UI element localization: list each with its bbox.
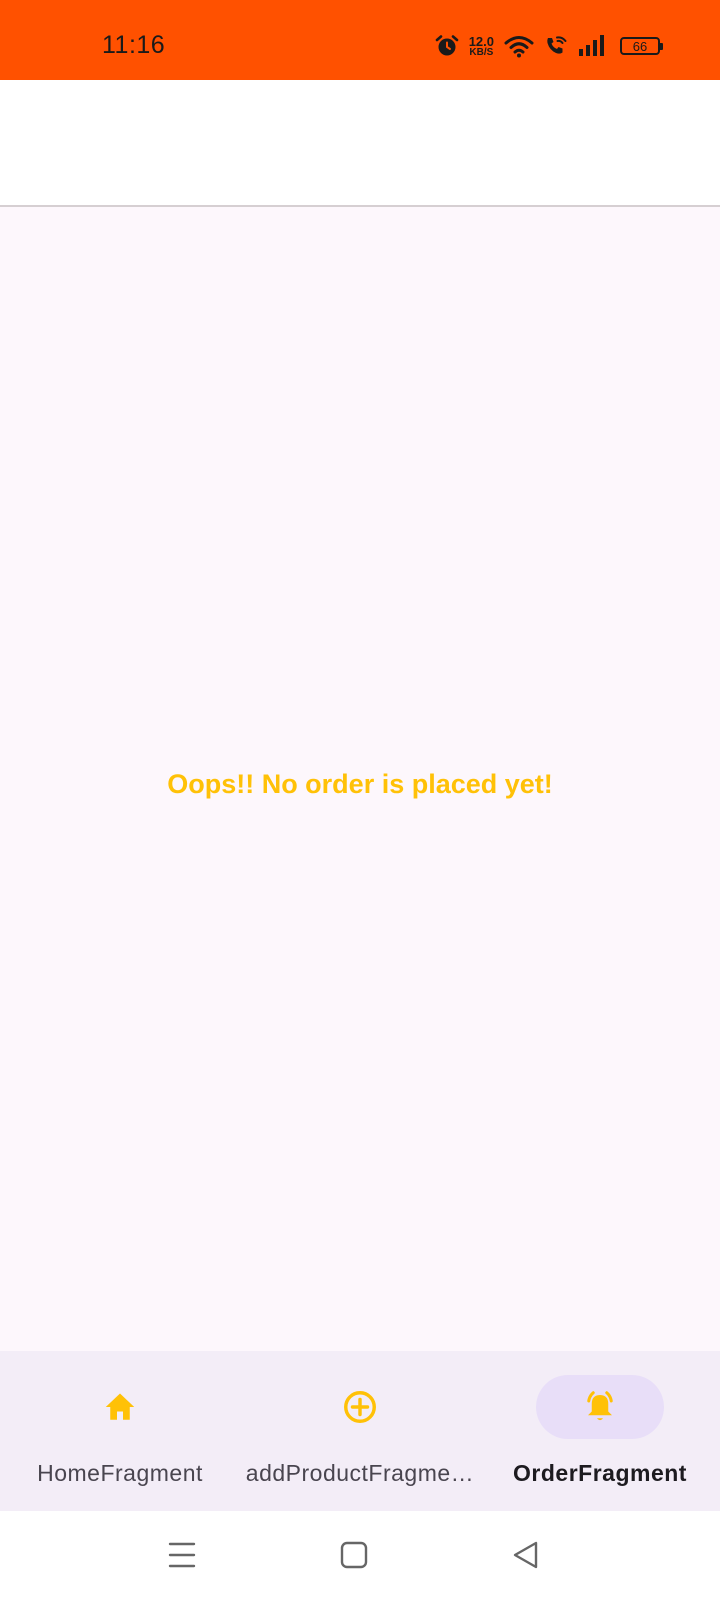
menu-icon[interactable] [162,1535,202,1575]
nav-item-order[interactable]: OrderFragment [480,1351,720,1511]
add-circle-icon [344,1391,376,1423]
alarm-icon [435,34,459,58]
status-icons: 12.0 KB/S 66 [435,34,663,58]
nav-item-add-product[interactable]: addProductFragme… [240,1351,480,1511]
order-content: Oops!! No order is placed yet! [0,207,720,1351]
bottom-navigation: HomeFragment addProductFragme… OrderFrag… [0,1351,720,1511]
back-triangle-icon[interactable] [506,1535,546,1575]
wifi-icon [504,34,534,58]
nav-item-label: addProductFragme… [245,1460,475,1486]
battery-level: 66 [632,38,648,54]
wifi-call-icon [544,34,568,58]
nav-item-label: OrderFragment [513,1460,687,1486]
network-speed: 12.0 KB/S [469,35,494,58]
bell-icon [587,1391,613,1421]
home-icon [105,1393,135,1420]
nav-item-label: HomeFragment [37,1460,203,1486]
home-square-icon[interactable] [334,1535,374,1575]
status-bar: 11:16 12.0 KB/S 66 [0,0,720,80]
app-bar [0,80,720,207]
screen: 11:16 12.0 KB/S 66 Oops!! No order is pl… [0,0,720,1600]
nav-item-home[interactable]: HomeFragment [0,1351,240,1511]
system-navigation-bar [0,1511,720,1600]
network-speed-value: 12.0 [468,33,494,49]
battery-icon: 66 [620,37,663,55]
network-speed-unit: KB/S [469,46,494,58]
signal-icon [578,35,606,57]
empty-orders-message: Oops!! No order is placed yet! [167,769,553,799]
status-time: 11:16 [102,31,166,59]
